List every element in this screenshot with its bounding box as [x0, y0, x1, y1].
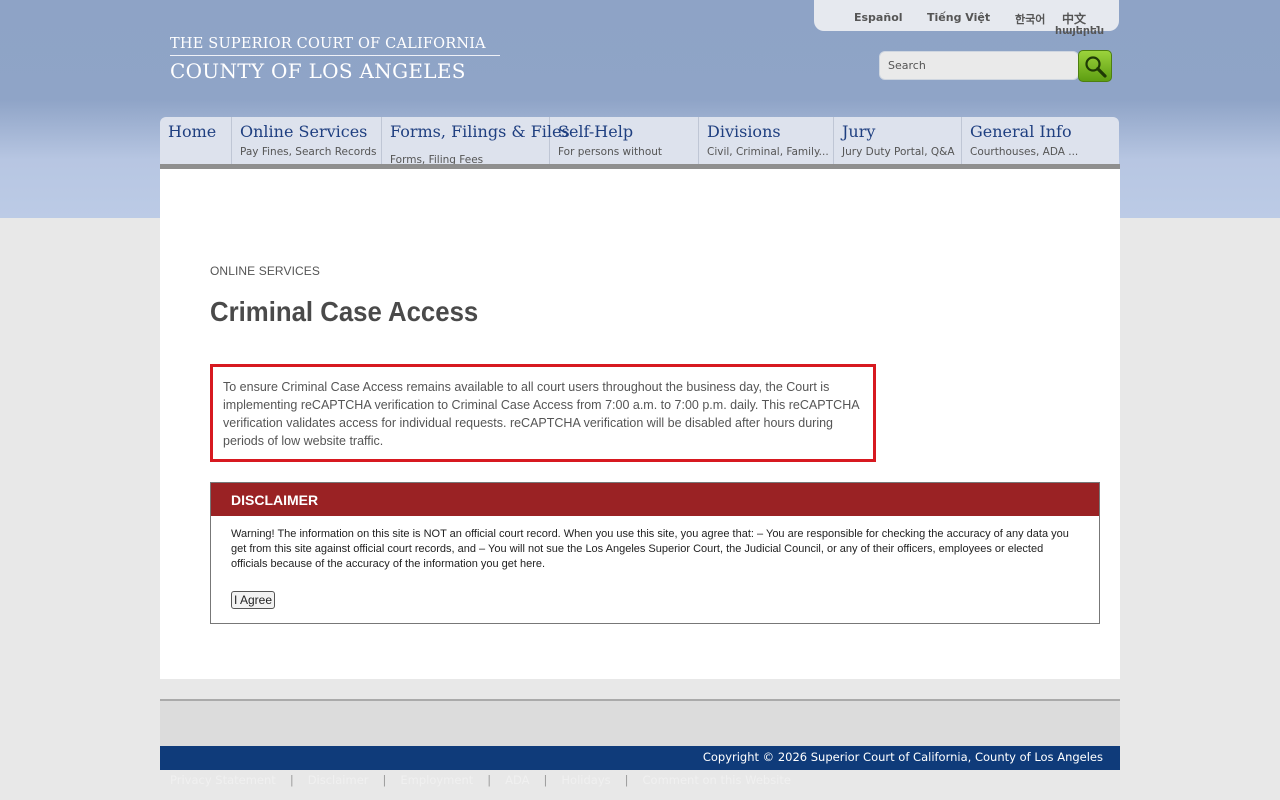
- footer-link-holidays[interactable]: Holidays: [561, 773, 610, 787]
- nav-title: General Info: [970, 122, 1072, 141]
- language-link-armenian[interactable]: հայերեն: [1055, 24, 1104, 37]
- agree-button[interactable]: I Agree: [231, 591, 276, 609]
- footer-separator: |: [289, 773, 294, 787]
- nav-title: Online Services: [240, 122, 368, 141]
- nav-item-divisions[interactable]: Divisions Civil, Criminal, Family...: [699, 117, 834, 164]
- footer-link-employment[interactable]: Employment: [400, 773, 473, 787]
- logo-line2: COUNTY OF LOS ANGELES: [170, 59, 466, 83]
- nav-item-forms[interactable]: Forms, Filings & Files Forms, Filing Fee…: [382, 117, 570, 164]
- nav-item-online-services[interactable]: Online Services Pay Fines, Search Record…: [232, 117, 382, 164]
- footer-separator: |: [487, 773, 492, 787]
- copyright-bar: Copyright © 2026 Superior Court of Calif…: [160, 746, 1120, 770]
- page-title: Criminal Case Access: [210, 296, 479, 327]
- nav-subtitle: Pay Fines, Search Records: [240, 146, 377, 158]
- magnifier-icon: [1085, 56, 1107, 78]
- nav-subtitle: Jury Duty Portal, Q&A: [842, 146, 955, 158]
- language-link-espanol[interactable]: Español: [854, 11, 903, 24]
- language-link-vietnamese[interactable]: Tiếng Việt: [927, 11, 990, 24]
- nav-item-general-info[interactable]: General Info Courthouses, ADA ...: [962, 117, 1119, 164]
- footer-link-disclaimer[interactable]: Disclaimer: [308, 773, 369, 787]
- logo-line1: THE SUPERIOR COURT OF CALIFORNIA: [170, 36, 500, 56]
- nav-title: Divisions: [707, 122, 781, 141]
- footer-links: Privacy Statement | Disclaimer | Employment |…: [170, 773, 791, 787]
- main-navigation: Home Online Services Pay Fines, Search R…: [160, 117, 1119, 164]
- nav-title: Self-Help: [558, 122, 634, 141]
- nav-item-home[interactable]: Home: [160, 117, 232, 164]
- footer-link-privacy[interactable]: Privacy Statement: [170, 773, 276, 787]
- nav-title: Jury: [842, 122, 876, 141]
- court-logo[interactable]: THE SUPERIOR COURT OF CALIFORNIA COUNTY …: [170, 36, 500, 83]
- search-input[interactable]: [879, 51, 1079, 80]
- nav-subtitle: Courthouses, ADA ...: [970, 146, 1079, 158]
- recaptcha-notice: To ensure Criminal Case Access remains a…: [210, 364, 876, 462]
- footer-separator: |: [382, 773, 387, 787]
- nav-title: Forms, Filings & Files: [390, 122, 570, 141]
- nav-item-self-help[interactable]: Self-Help For persons without attorneys: [550, 117, 699, 164]
- nav-subtitle: Civil, Criminal, Family...: [707, 146, 829, 158]
- footer-link-ada[interactable]: ADA: [505, 773, 529, 787]
- search-button[interactable]: [1078, 50, 1112, 82]
- language-bar: Español Tiếng Việt 한국어 中文 հայերեն: [814, 0, 1119, 37]
- nav-title: Home: [168, 122, 217, 141]
- disclaimer-heading: DISCLAIMER: [211, 483, 1099, 516]
- footer-band: [160, 701, 1120, 746]
- footer-link-comment[interactable]: Comment on this Website: [643, 773, 791, 787]
- disclaimer-panel: DISCLAIMER Warning! The information on t…: [210, 482, 1100, 624]
- disclaimer-text: Warning! The information on this site is…: [231, 528, 1069, 570]
- nav-subtitle: Forms, Filing Fees: [390, 154, 484, 164]
- footer-separator: |: [543, 773, 548, 787]
- nav-subtitle: For persons without attorneys: [558, 146, 663, 158]
- footer-separator: |: [624, 773, 629, 787]
- nav-item-jury[interactable]: Jury Jury Duty Portal, Q&A: [834, 117, 962, 164]
- language-link-korean[interactable]: 한국어: [1015, 11, 1045, 27]
- breadcrumb[interactable]: ONLINE SERVICES: [210, 264, 320, 278]
- copyright-text: Copyright © 2026 Superior Court of Calif…: [702, 750, 1103, 764]
